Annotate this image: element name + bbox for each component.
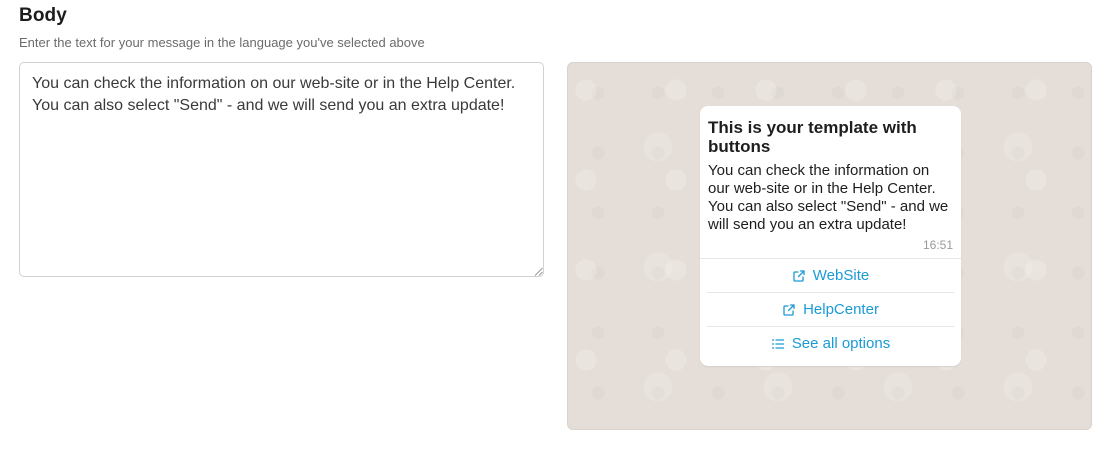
resize-handle-icon[interactable] <box>534 267 543 276</box>
section-subtitle: Enter the text for your message in the l… <box>19 35 425 50</box>
see-all-options-button[interactable]: See all options <box>707 326 954 360</box>
external-link-icon <box>782 303 796 317</box>
external-link-icon <box>792 269 806 283</box>
message-timestamp: 16:51 <box>922 238 953 252</box>
website-button[interactable]: WebSite <box>700 258 961 292</box>
list-icon <box>771 337 785 351</box>
bubble-text: You can check the information on our web… <box>708 162 953 233</box>
message-bubble: This is your template with buttons You c… <box>700 106 961 366</box>
bubble-content: This is your template with buttons You c… <box>700 106 961 258</box>
website-button-label: WebSite <box>812 267 870 284</box>
section-title: Body <box>19 5 67 26</box>
see-all-options-label: See all options <box>791 335 891 352</box>
message-body-input[interactable]: You can check the information on our web… <box>19 62 544 277</box>
helpcenter-button-label: HelpCenter <box>803 301 879 318</box>
helpcenter-button[interactable]: HelpCenter <box>707 292 954 326</box>
body-section: Body Enter the text for your message in … <box>0 0 1120 450</box>
message-preview: This is your template with buttons You c… <box>567 62 1092 430</box>
bubble-header: This is your template with buttons <box>708 118 917 156</box>
bubble-bottom-padding <box>700 360 961 366</box>
